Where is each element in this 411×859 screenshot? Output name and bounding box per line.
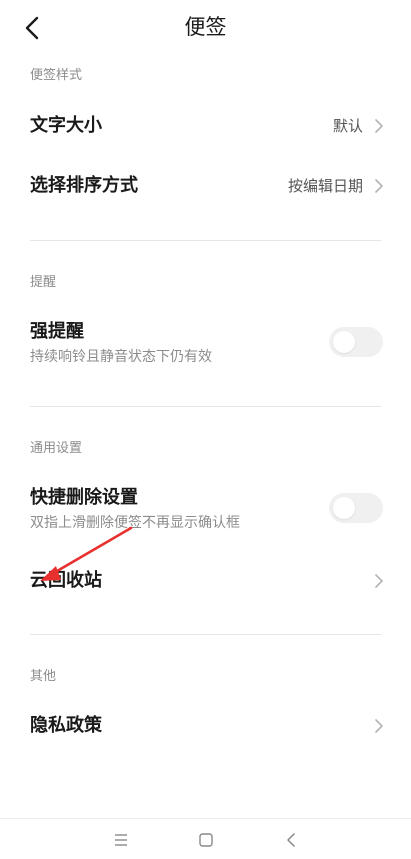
quick-delete-title: 快捷删除设置: [30, 487, 138, 508]
font-size-row[interactable]: 文字大小 默认: [0, 100, 411, 152]
home-icon[interactable]: [197, 831, 215, 849]
strong-remind-toggle[interactable]: [329, 327, 383, 357]
strong-remind-row: 强提醒 持续响铃且静音状态下仍有效: [0, 314, 411, 374]
divider: [30, 240, 381, 241]
header: 便签: [0, 0, 411, 56]
section-label-general: 通用设置: [30, 441, 83, 456]
privacy-row[interactable]: 隐私政策: [0, 702, 411, 752]
sort-value: 按编辑日期: [287, 177, 363, 195]
system-nav-bar: [0, 818, 411, 859]
section-label-style: 便签样式: [30, 68, 83, 83]
divider: [30, 406, 381, 407]
toggle-knob: [333, 497, 355, 519]
menu-icon[interactable]: [112, 831, 130, 849]
quick-delete-row: 快捷删除设置 双指上滑删除便签不再显示确认框: [0, 480, 411, 540]
divider: [30, 634, 381, 635]
toggle-knob: [333, 331, 355, 353]
cloud-trash-title: 云回收站: [30, 570, 102, 591]
font-size-value: 默认: [332, 117, 363, 135]
section-label-other: 其他: [30, 669, 57, 684]
quick-delete-desc: 双指上滑删除便签不再显示确认框: [30, 515, 240, 531]
back-icon[interactable]: [283, 831, 301, 849]
privacy-title: 隐私政策: [30, 715, 102, 736]
section-label-remind: 提醒: [30, 275, 57, 290]
strong-remind-title: 强提醒: [30, 321, 84, 342]
page-title: 便签: [184, 15, 227, 39]
cloud-trash-row[interactable]: 云回收站: [0, 556, 411, 606]
chevron-right-icon: [375, 719, 383, 733]
chevron-right-icon: [375, 574, 383, 588]
chevron-right-icon: [375, 119, 383, 133]
sort-row[interactable]: 选择排序方式 按编辑日期: [0, 160, 411, 212]
chevron-right-icon: [375, 179, 383, 193]
sort-title: 选择排序方式: [30, 175, 138, 196]
strong-remind-desc: 持续响铃且静音状态下仍有效: [30, 349, 212, 365]
font-size-title: 文字大小: [30, 115, 102, 136]
quick-delete-toggle[interactable]: [329, 493, 383, 523]
